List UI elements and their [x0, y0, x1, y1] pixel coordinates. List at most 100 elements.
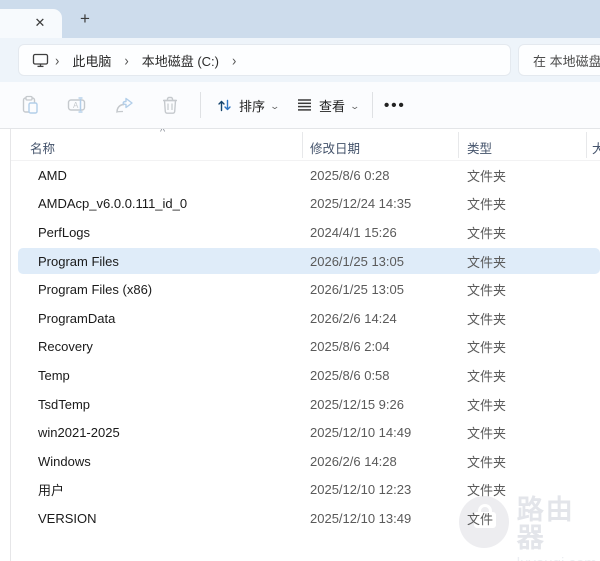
- file-row[interactable]: VERSION 2025/12/10 13:49 文件: [0, 504, 600, 533]
- share-button[interactable]: [110, 91, 138, 119]
- breadcrumb: › 此电脑 › 本地磁盘 (C:) ›: [32, 48, 240, 73]
- breadcrumb-chevron-icon[interactable]: ›: [51, 51, 63, 68]
- file-row[interactable]: ProgramData 2026/2/6 14:24 文件夹: [0, 304, 600, 333]
- file-date: 2025/12/10 13:49: [310, 510, 412, 526]
- file-name[interactable]: Temp: [0, 368, 310, 383]
- file-type: 文件夹: [467, 197, 507, 213]
- watermark-url: luyouqi.com: [517, 555, 600, 561]
- column-header-type[interactable]: 类型: [467, 138, 492, 157]
- breadcrumb-item-this-pc[interactable]: 此电脑: [63, 48, 120, 73]
- pane-divider: [10, 129, 11, 561]
- file-row[interactable]: Windows 2026/2/6 14:28 文件夹: [0, 447, 600, 476]
- file-date: 2025/12/24 14:35: [310, 196, 412, 212]
- file-name[interactable]: AMDAcp_v6.0.0.111_id_0: [0, 196, 310, 211]
- file-type: 文件夹: [467, 311, 507, 327]
- paste-button[interactable]: [16, 91, 44, 119]
- new-tab-button[interactable]: +: [74, 8, 96, 30]
- file-type: 文件夹: [467, 483, 507, 499]
- file-row[interactable]: win2021-2025 2025/12/10 14:49 文件夹: [0, 418, 600, 447]
- file-date: 2024/4/1 15:26: [310, 224, 397, 240]
- rename-button[interactable]: A: [64, 91, 92, 119]
- file-type: 文件夹: [467, 340, 507, 356]
- command-toolbar: A 排序 ⌄ 查看 ⌄ •••: [0, 82, 600, 129]
- toolbar-divider: [200, 92, 201, 118]
- breadcrumb-chevron-icon[interactable]: ›: [120, 51, 132, 68]
- file-date: 2026/2/6 14:28: [310, 453, 397, 469]
- view-button[interactable]: 查看 ⌄: [288, 91, 367, 119]
- column-separator[interactable]: [302, 132, 303, 158]
- column-header-size-partial[interactable]: 大: [592, 138, 600, 157]
- toolbar-divider: [372, 92, 373, 118]
- trash-icon: [161, 95, 179, 115]
- file-date: 2025/12/10 14:49: [310, 425, 412, 441]
- tab-close-icon[interactable]: ✕: [30, 13, 50, 33]
- breadcrumb-item-local-disk-c[interactable]: 本地磁盘 (C:): [133, 48, 228, 73]
- file-row[interactable]: Program Files (x86) 2026/1/25 13:05 文件夹: [0, 275, 600, 304]
- file-row[interactable]: TsdTemp 2025/12/15 9:26 文件夹: [0, 390, 600, 419]
- file-row-selected[interactable]: Program Files 2026/1/25 13:05 文件夹: [0, 247, 600, 276]
- file-row[interactable]: AMDAcp_v6.0.0.111_id_0 2025/12/24 14:35 …: [0, 190, 600, 219]
- column-header-date-modified[interactable]: 修改日期: [310, 138, 360, 157]
- file-name[interactable]: Program Files: [0, 254, 310, 269]
- column-separator[interactable]: [458, 132, 459, 158]
- column-header-row: ^ 名称 修改日期 类型 大: [10, 129, 600, 161]
- file-type: 文件: [467, 511, 494, 527]
- sort-arrows-icon: [216, 97, 233, 114]
- file-explorer-window: ✕ + › 此电脑 › 本地磁盘 (C:) › 在 本地磁盘 A 排序 ⌄ 查看…: [0, 0, 600, 561]
- svg-text:A: A: [73, 101, 79, 110]
- chevron-down-icon: ⌄: [349, 100, 361, 111]
- file-date: 2025/8/6 0:28: [310, 167, 390, 183]
- file-date: 2025/8/6 2:04: [310, 339, 390, 355]
- file-date: 2025/12/15 9:26: [310, 396, 404, 412]
- file-name[interactable]: Windows: [0, 454, 310, 469]
- more-options-button[interactable]: •••: [384, 91, 406, 119]
- this-pc-monitor-icon[interactable]: [32, 53, 49, 68]
- share-icon: [114, 95, 135, 115]
- rename-icon: A: [67, 95, 89, 115]
- view-list-icon: [296, 97, 313, 113]
- search-input[interactable]: 在 本地磁盘: [518, 44, 600, 76]
- file-date: 2026/2/6 14:24: [310, 310, 397, 326]
- address-bar-section: › 此电脑 › 本地磁盘 (C:) › 在 本地磁盘: [0, 38, 600, 82]
- sort-ascending-icon: ^: [160, 129, 166, 138]
- file-type: 文件夹: [467, 254, 507, 270]
- file-row[interactable]: PerfLogs 2024/4/1 15:26 文件夹: [0, 218, 600, 247]
- file-name[interactable]: Recovery: [0, 339, 310, 354]
- chevron-down-icon: ⌄: [269, 100, 281, 111]
- column-separator[interactable]: [586, 132, 587, 158]
- file-row[interactable]: AMD 2025/8/6 0:28 文件夹: [0, 161, 600, 190]
- file-row[interactable]: Recovery 2025/8/6 2:04 文件夹: [0, 333, 600, 362]
- sort-button[interactable]: 排序 ⌄: [208, 91, 287, 119]
- file-name[interactable]: ProgramData: [0, 311, 310, 326]
- address-input[interactable]: › 此电脑 › 本地磁盘 (C:) ›: [18, 44, 511, 76]
- sort-button-label: 排序: [239, 98, 266, 114]
- breadcrumb-chevron-icon[interactable]: ›: [228, 51, 240, 68]
- file-date: 2025/8/6 0:58: [310, 367, 390, 383]
- view-button-label: 查看: [319, 98, 346, 114]
- file-row[interactable]: 用户 2025/12/10 12:23 文件夹: [0, 476, 600, 505]
- file-name[interactable]: VERSION: [0, 511, 310, 526]
- paste-icon: [20, 95, 40, 115]
- tab-bar: ✕ +: [0, 0, 600, 38]
- file-name[interactable]: win2021-2025: [0, 425, 310, 440]
- explorer-tab[interactable]: ✕: [0, 9, 62, 38]
- file-row[interactable]: Temp 2025/8/6 0:58 文件夹: [0, 361, 600, 390]
- file-list: AMD 2025/8/6 0:28 文件夹 AMDAcp_v6.0.0.111_…: [0, 161, 600, 533]
- file-type: 文件夹: [467, 397, 507, 413]
- file-type: 文件夹: [467, 168, 507, 184]
- file-type: 文件夹: [467, 368, 507, 384]
- file-date: 2026/1/25 13:05: [310, 253, 404, 269]
- file-name[interactable]: AMD: [0, 168, 310, 183]
- file-date: 2025/12/10 12:23: [310, 482, 412, 498]
- file-type: 文件夹: [467, 225, 507, 241]
- column-header-name[interactable]: 名称: [30, 138, 55, 157]
- file-name[interactable]: TsdTemp: [0, 397, 310, 412]
- delete-button[interactable]: [156, 91, 184, 119]
- file-name[interactable]: 用户: [0, 480, 310, 499]
- file-name[interactable]: Program Files (x86): [0, 282, 310, 297]
- file-type: 文件夹: [467, 283, 507, 299]
- file-type: 文件夹: [467, 426, 507, 442]
- file-date: 2026/1/25 13:05: [310, 282, 404, 298]
- file-type: 文件夹: [467, 454, 507, 470]
- file-name[interactable]: PerfLogs: [0, 225, 310, 240]
